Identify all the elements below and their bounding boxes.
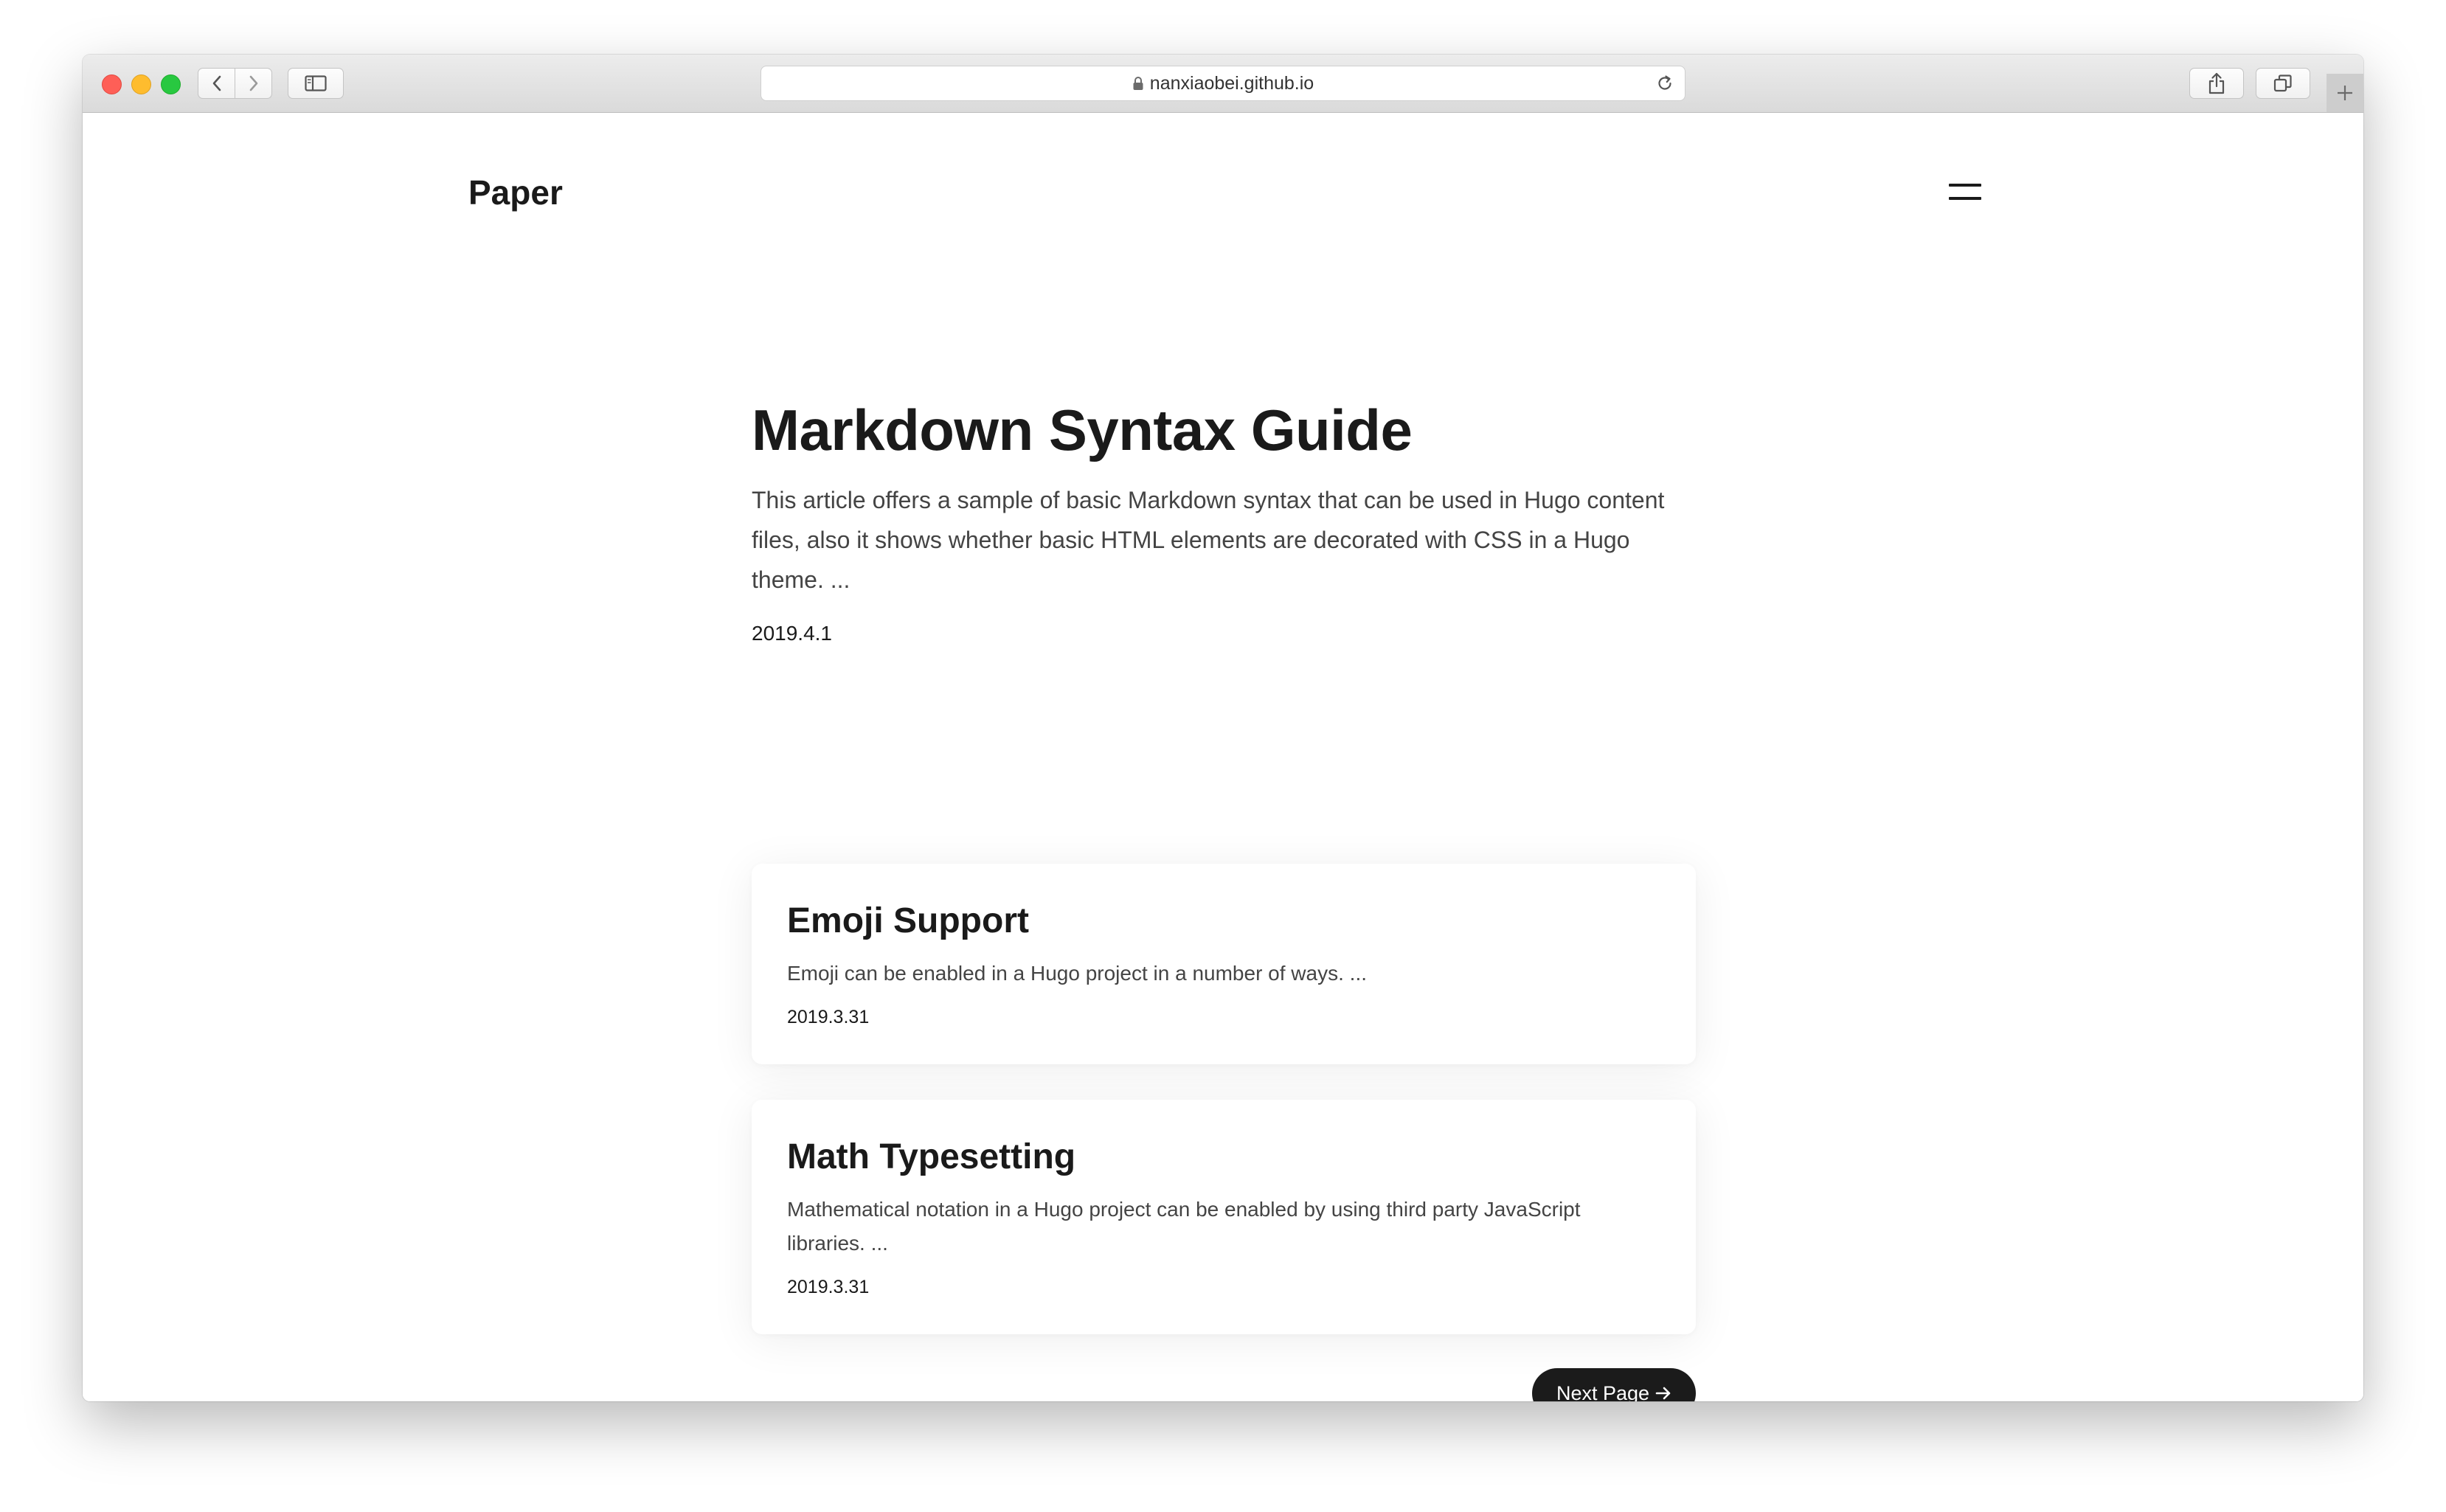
- maximize-window-button[interactable]: [161, 74, 181, 94]
- featured-post-title[interactable]: Markdown Syntax Guide: [752, 393, 1711, 467]
- minimize-window-button[interactable]: [131, 74, 151, 94]
- lock-icon: [1132, 76, 1144, 91]
- browser-window: nanxiaobei.github.io Paper Markdown Synt…: [83, 55, 2363, 1401]
- post-card-title[interactable]: Emoji Support: [787, 899, 1660, 943]
- site-logo[interactable]: Paper: [468, 173, 563, 212]
- share-icon: [2208, 72, 2225, 94]
- url-text: nanxiaobei.github.io: [1149, 72, 1314, 94]
- hamburger-menu-icon[interactable]: [1949, 181, 1981, 203]
- sidebar-icon: [305, 75, 327, 91]
- page-content: Paper Markdown Syntax Guide This article…: [83, 113, 2363, 1401]
- close-window-button[interactable]: [102, 74, 122, 94]
- back-button[interactable]: [198, 68, 235, 99]
- next-page-button[interactable]: Next Page: [1532, 1368, 1696, 1401]
- next-page-label: Next Page: [1556, 1381, 1650, 1402]
- share-button[interactable]: [2189, 68, 2244, 99]
- post-card[interactable]: Emoji Support Emoji can be enabled in a …: [752, 864, 1696, 1064]
- post-card[interactable]: Math Typesetting Mathematical notation i…: [752, 1100, 1696, 1334]
- plus-icon: [2338, 86, 2352, 100]
- post-card-summary: Emoji can be enabled in a Hugo project i…: [787, 962, 1367, 985]
- arrow-right-icon: [1655, 1386, 1671, 1401]
- sidebar-toggle-button[interactable]: [288, 68, 344, 99]
- chevron-right-icon: [249, 75, 257, 91]
- featured-post[interactable]: Markdown Syntax Guide This article offer…: [752, 393, 1711, 645]
- post-card-summary: Mathematical notation in a Hugo project …: [787, 1198, 1581, 1255]
- chevron-left-icon: [212, 75, 221, 91]
- reload-icon[interactable]: [1655, 74, 1674, 97]
- post-card-title[interactable]: Math Typesetting: [787, 1135, 1660, 1179]
- show-tabs-button[interactable]: [2256, 68, 2310, 99]
- forward-button[interactable]: [235, 68, 272, 99]
- address-bar[interactable]: nanxiaobei.github.io: [761, 66, 1685, 101]
- tabs-icon: [2273, 74, 2292, 92]
- featured-post-date: 2019.4.1: [752, 622, 832, 645]
- new-tab-button[interactable]: [2327, 74, 2363, 112]
- post-card-date: 2019.3.31: [787, 1277, 870, 1297]
- browser-toolbar: nanxiaobei.github.io: [83, 55, 2363, 113]
- post-card-date: 2019.3.31: [787, 1007, 870, 1027]
- featured-post-summary: This article offers a sample of basic Ma…: [752, 487, 1665, 593]
